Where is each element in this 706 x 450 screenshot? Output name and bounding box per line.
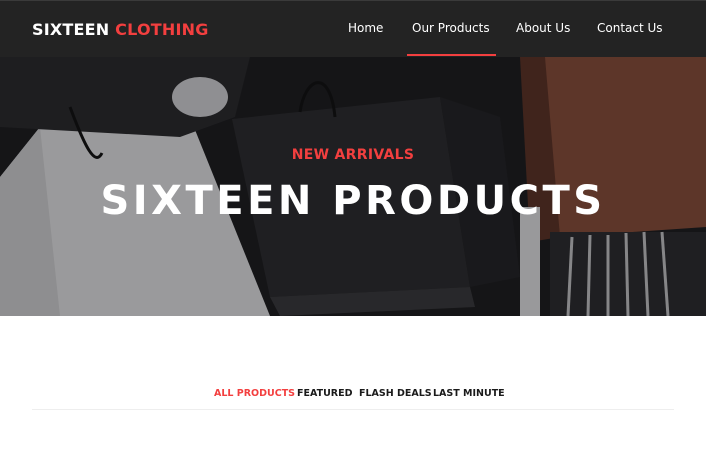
product-filter-bar: ALL PRODUCTS FEATURED FLASH DEALS LAST M… [32,388,674,410]
nav-our-products-link[interactable]: Our Products [407,21,496,56]
filter-last-minute[interactable]: LAST MINUTE [433,388,505,399]
brand-accent: CLOTHING [115,20,209,39]
brand-name: SIXTEEN [32,20,110,39]
hero-subtitle: NEW ARRIVALS [291,147,415,163]
hero-title: SIXTEEN PRODUCTS [100,178,606,224]
nav-contact-us-link[interactable]: Contact Us [597,21,663,35]
top-navbar: SIXTEEN CLOTHING Home Our Products About… [0,0,706,57]
filter-featured[interactable]: FEATURED [297,388,352,399]
brand-logo[interactable]: SIXTEEN CLOTHING [32,20,209,39]
nav-about-us-link[interactable]: About Us [516,21,570,35]
filter-all-products[interactable]: ALL PRODUCTS [214,388,295,399]
hero-banner: NEW ARRIVALS SIXTEEN PRODUCTS [0,57,706,316]
nav-home-link[interactable]: Home [348,21,383,35]
filter-flash-deals[interactable]: FLASH DEALS [359,388,432,399]
